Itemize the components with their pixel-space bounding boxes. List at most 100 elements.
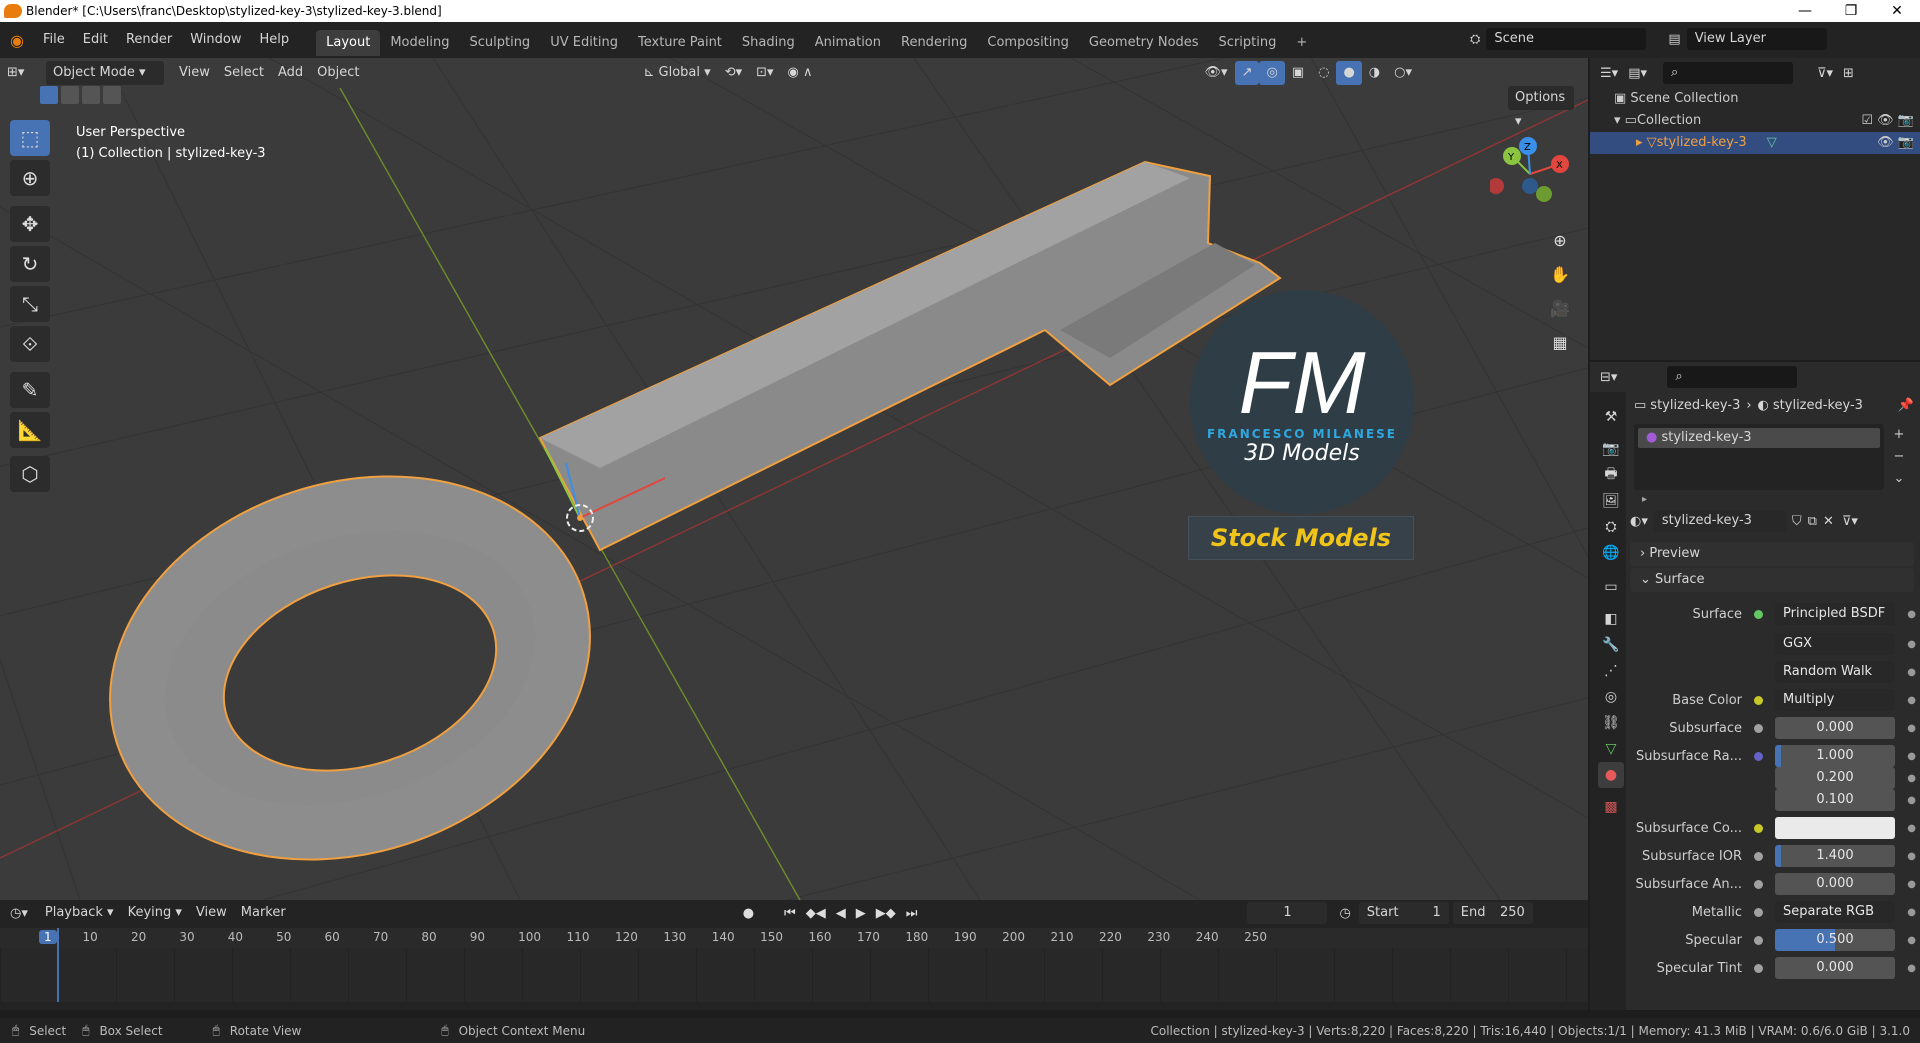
- rendered-shading-icon[interactable]: ○▾: [1387, 61, 1419, 85]
- input-socket-icon[interactable]: [1754, 963, 1763, 973]
- tab-uv-editing[interactable]: UV Editing: [540, 30, 628, 56]
- physics-tab-icon[interactable]: ◎: [1598, 684, 1624, 710]
- zoom-icon[interactable]: ⊕: [1546, 226, 1574, 254]
- input-socket-icon[interactable]: [1754, 774, 1763, 783]
- tab-scripting[interactable]: Scripting: [1209, 30, 1287, 56]
- input-socket-icon[interactable]: [1754, 823, 1763, 833]
- new-collection-icon[interactable]: ⊞: [1843, 66, 1854, 81]
- wireframe-shading-icon[interactable]: ◌: [1311, 61, 1336, 85]
- keying-menu[interactable]: Keying ▾: [121, 901, 189, 925]
- material-browse-icon[interactable]: ◐▾: [1630, 514, 1648, 529]
- scene-selector[interactable]: Scene: [1486, 28, 1647, 50]
- jump-start-icon[interactable]: ⏮: [784, 906, 796, 921]
- menu-select[interactable]: Select: [217, 61, 271, 85]
- object-tab-icon[interactable]: ◧: [1598, 606, 1624, 632]
- timeline-editor-icon[interactable]: ◷▾: [10, 906, 28, 921]
- tab-geometry-nodes[interactable]: Geometry Nodes: [1079, 30, 1209, 56]
- input-socket-icon[interactable]: [1754, 640, 1763, 649]
- keyframe-dot-icon[interactable]: ●: [1907, 879, 1916, 890]
- 3d-viewport[interactable]: ⊞▾ Object Mode ▾ View Select Add Object …: [0, 58, 1588, 900]
- number-field[interactable]: 0.200: [1775, 767, 1895, 789]
- pin-icon[interactable]: 📌: [1898, 398, 1914, 413]
- preview-section-header[interactable]: › Preview: [1630, 542, 1914, 566]
- number-field[interactable]: 1.400: [1775, 845, 1895, 867]
- overlay-toggle-icon[interactable]: ◎: [1259, 61, 1285, 85]
- preview-range-icon[interactable]: ◷: [1339, 906, 1350, 921]
- keyframe-dot-icon[interactable]: ●: [1907, 963, 1916, 974]
- next-keyframe-icon[interactable]: ▶◆: [876, 906, 896, 921]
- unlink-material-icon[interactable]: ✕: [1823, 514, 1834, 529]
- transform-orientation[interactable]: ⊾ Global ▾: [636, 61, 717, 85]
- display-mode-icon[interactable]: ▤▾: [1628, 66, 1647, 81]
- marker-menu[interactable]: Marker: [234, 901, 293, 925]
- keyframe-dot-icon[interactable]: ●: [1907, 751, 1916, 762]
- editor-type-icon[interactable]: ⊞▾: [0, 61, 40, 85]
- minimize-button[interactable]: —: [1782, 0, 1828, 22]
- number-field[interactable]: 0.000: [1775, 717, 1895, 739]
- keyframe-dot-icon[interactable]: ●: [1907, 695, 1916, 706]
- neg-x-axis-icon[interactable]: [1490, 178, 1504, 194]
- play-reverse-icon[interactable]: ◀: [836, 906, 846, 921]
- rotate-tool[interactable]: ↻: [10, 246, 50, 282]
- keyframe-dot-icon[interactable]: ●: [1907, 773, 1916, 784]
- tab-layout[interactable]: Layout: [316, 30, 381, 56]
- modifier-tab-icon[interactable]: 🔧: [1598, 632, 1624, 658]
- tab-sculpting[interactable]: Sculpting: [459, 30, 540, 56]
- playback-menu[interactable]: Playback ▾: [38, 901, 121, 925]
- menu-file[interactable]: File: [34, 28, 74, 52]
- maximize-button[interactable]: ❐: [1828, 0, 1874, 22]
- view-layer-selector[interactable]: View Layer: [1686, 28, 1827, 50]
- tab-animation[interactable]: Animation: [805, 30, 891, 56]
- neg-y-axis-icon[interactable]: [1536, 186, 1552, 202]
- dropdown-field[interactable]: Separate RGB: [1775, 901, 1895, 923]
- material-tab-icon[interactable]: ●: [1598, 762, 1624, 788]
- tab-compositing[interactable]: Compositing: [977, 30, 1079, 56]
- particles-tab-icon[interactable]: ⋰: [1598, 658, 1624, 684]
- input-socket-icon[interactable]: [1754, 668, 1763, 677]
- input-socket-icon[interactable]: [1754, 751, 1763, 761]
- menu-help[interactable]: Help: [251, 28, 299, 52]
- frame-ruler[interactable]: 1 10 20 30 40 50 60 70 80 90 100 110 120 130 140 150 160…: [0, 928, 1588, 948]
- input-socket-icon[interactable]: [1754, 851, 1763, 861]
- collection-row[interactable]: ▾ ▭ Collection ☑ 👁 📷: [1614, 110, 1914, 132]
- output-tab-icon[interactable]: 🖶: [1598, 462, 1624, 488]
- material-slot-list[interactable]: ● stylized-key-3: [1634, 424, 1884, 490]
- select-extend-icon[interactable]: [61, 86, 79, 104]
- dropdown-field[interactable]: GGX: [1775, 633, 1895, 655]
- close-window-button[interactable]: ✕: [1874, 0, 1920, 22]
- properties-search-input[interactable]: ⌕: [1667, 366, 1798, 388]
- proportional-edit-icon[interactable]: ◉ ∧: [781, 61, 820, 85]
- input-socket-icon[interactable]: [1754, 935, 1763, 945]
- object-row[interactable]: ▸ ▽ stylized-key-3 ▽ 👁 📷: [1590, 132, 1920, 154]
- keyframe-area[interactable]: [0, 948, 1588, 1002]
- annotate-tool[interactable]: ✎: [10, 372, 50, 408]
- tab-modeling[interactable]: Modeling: [380, 30, 459, 56]
- menu-window[interactable]: Window: [181, 28, 250, 52]
- number-field[interactable]: 0.100: [1775, 789, 1895, 811]
- slot-expand-icon[interactable]: ▸: [1642, 494, 1647, 505]
- data-tab-icon[interactable]: ▽: [1598, 736, 1624, 762]
- camera-view-icon[interactable]: 🎥: [1546, 294, 1574, 322]
- transform-tool[interactable]: ⟐: [10, 326, 50, 362]
- constraints-tab-icon[interactable]: ⛓: [1598, 710, 1624, 736]
- keyframe-dot-icon[interactable]: ●: [1907, 723, 1916, 734]
- blender-menu-icon[interactable]: ◉: [0, 31, 34, 50]
- menu-object[interactable]: Object: [310, 61, 366, 85]
- input-socket-icon[interactable]: [1754, 907, 1763, 917]
- start-frame-field[interactable]: Start 1: [1358, 902, 1449, 924]
- options-button[interactable]: Options ▾: [1508, 86, 1574, 129]
- collection-tab-icon[interactable]: ▭: [1598, 574, 1624, 600]
- keyframe-dot-icon[interactable]: ●: [1907, 609, 1916, 620]
- keyframe-dot-icon[interactable]: ●: [1907, 823, 1916, 834]
- select-new-icon[interactable]: [40, 86, 58, 104]
- add-cube-tool[interactable]: ⬡: [10, 456, 50, 492]
- snap-icon[interactable]: ⊡▾: [749, 61, 780, 85]
- filter-icon[interactable]: ⊽▾: [1817, 66, 1833, 81]
- key-model[interactable]: [60, 160, 1282, 900]
- material-link-icon[interactable]: ⊽▾: [1842, 514, 1858, 529]
- xray-icon[interactable]: ▣: [1285, 61, 1311, 85]
- menu-edit[interactable]: Edit: [74, 28, 117, 52]
- menu-render[interactable]: Render: [117, 28, 181, 52]
- number-field[interactable]: 1.000: [1775, 745, 1895, 767]
- visibility-icon[interactable]: 👁▾: [1198, 61, 1235, 85]
